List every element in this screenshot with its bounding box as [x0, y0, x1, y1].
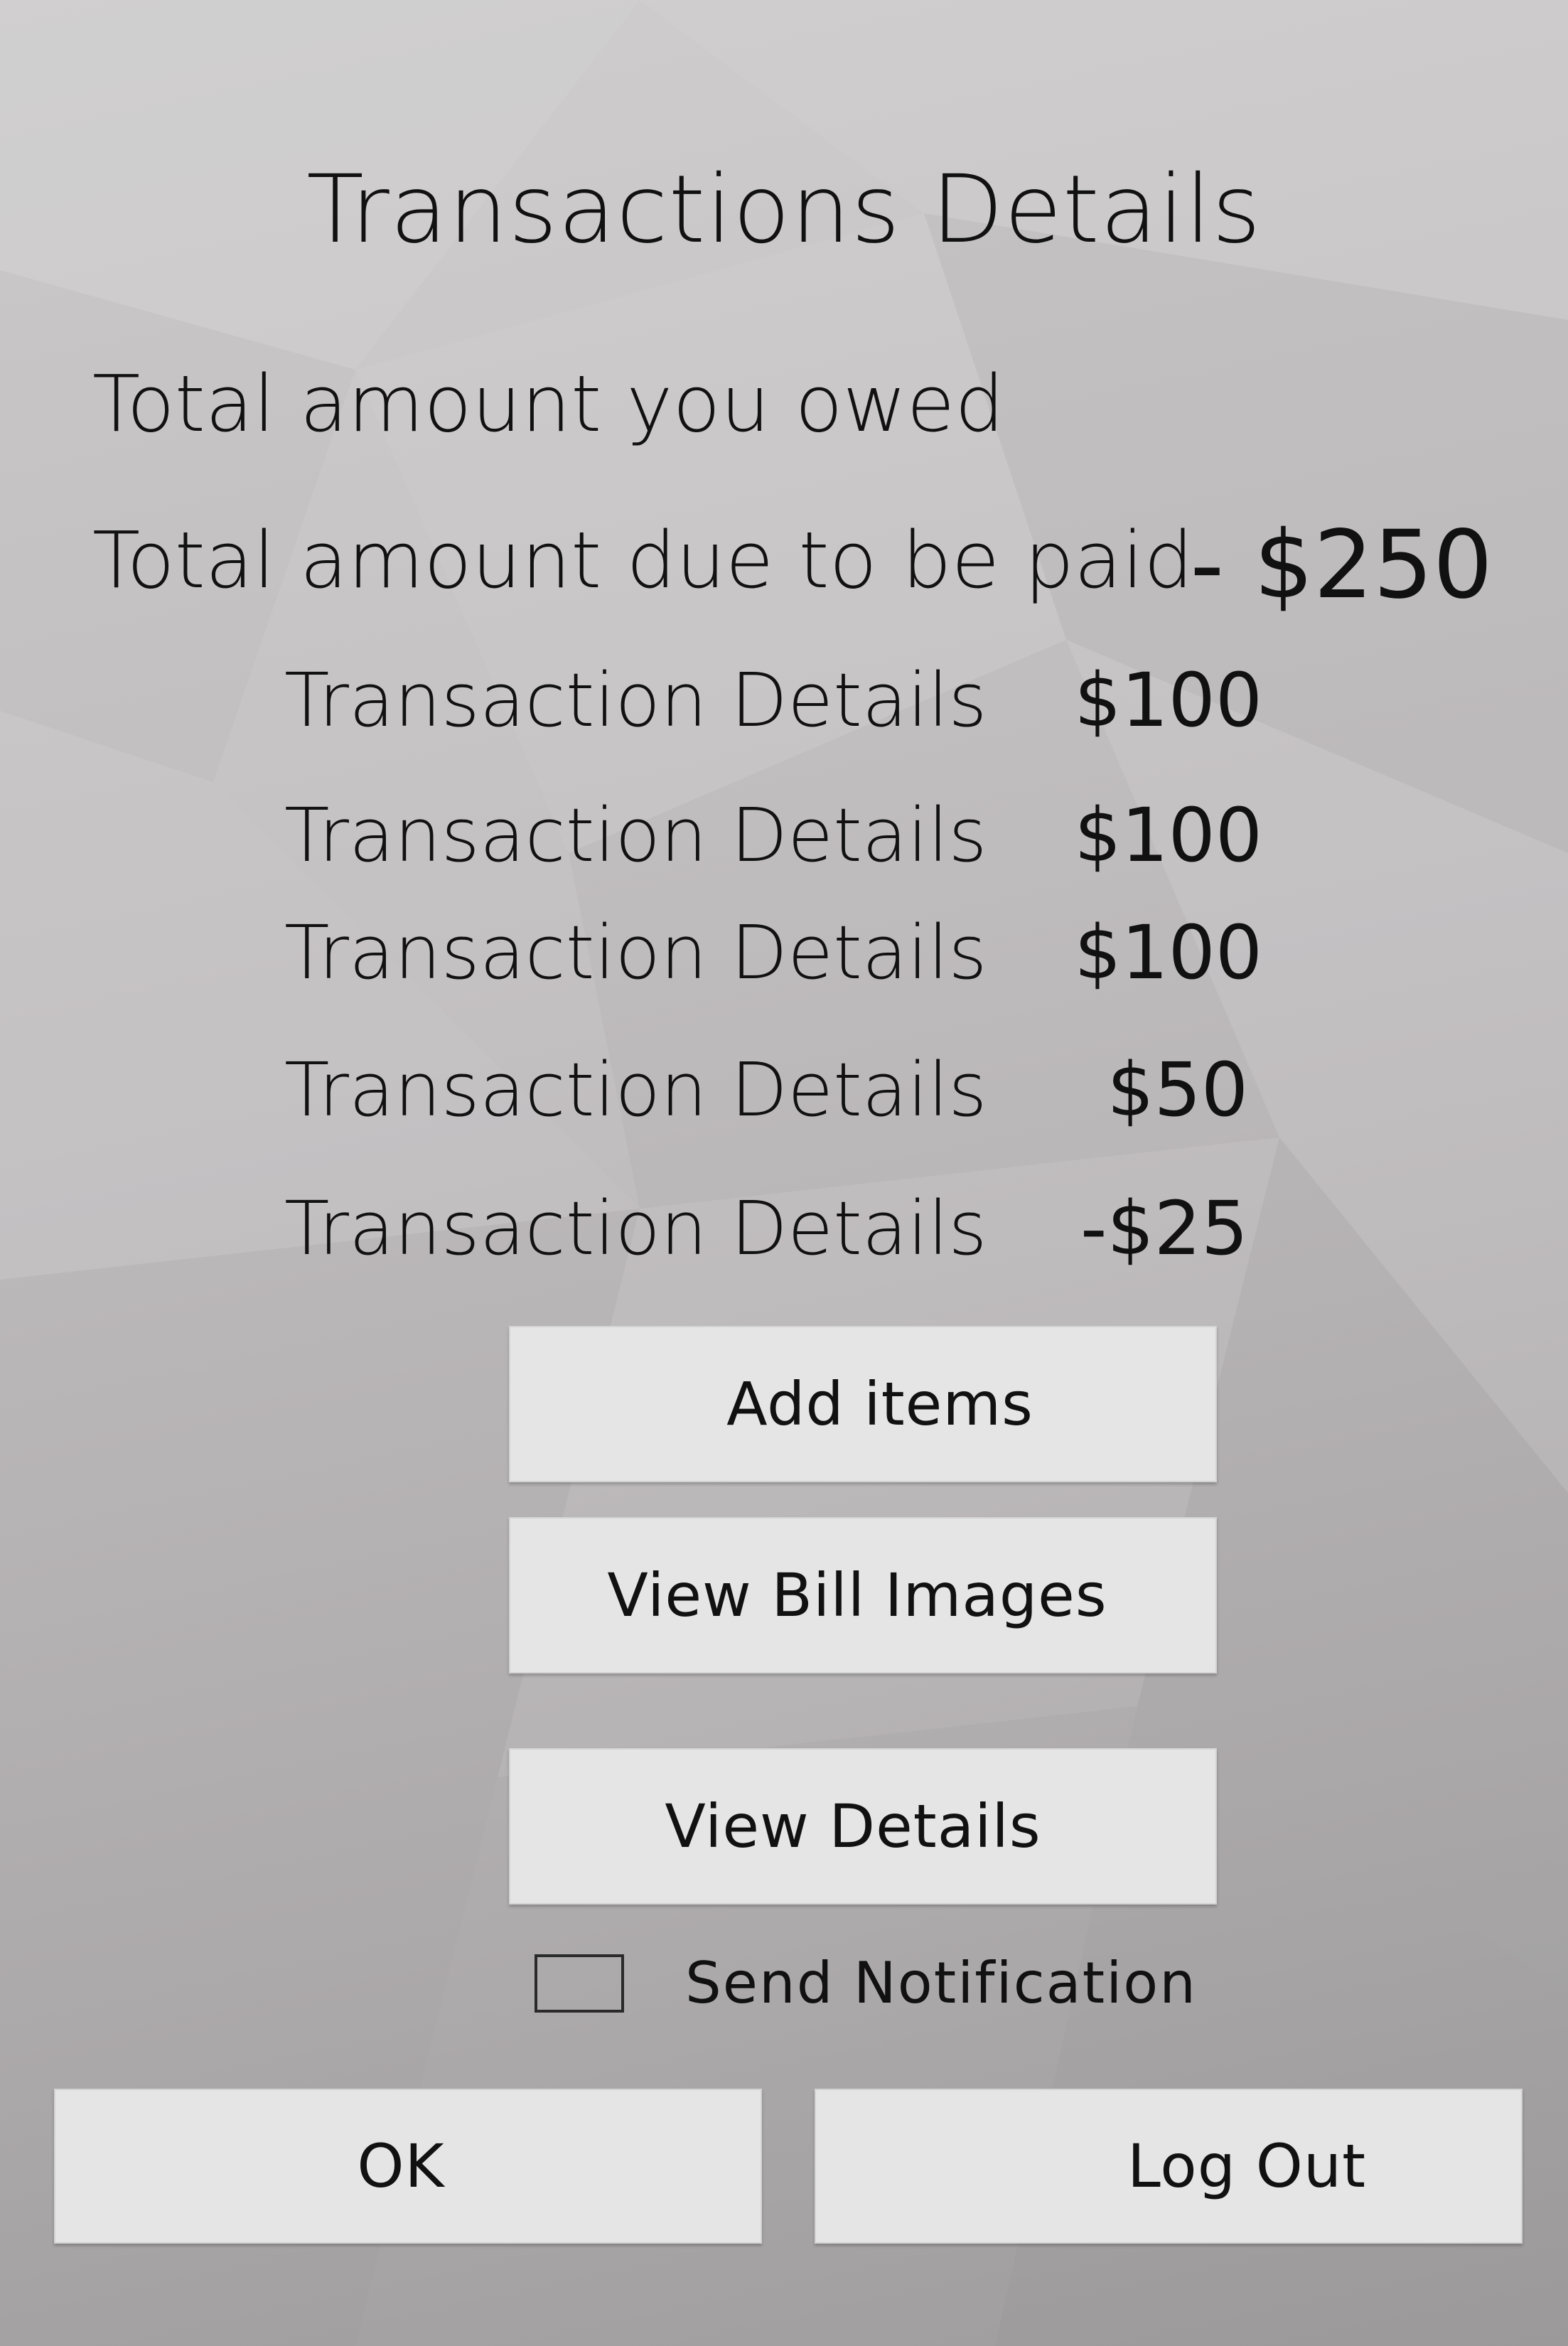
transactions-screen: Transactions Details Total amount you ow… — [0, 0, 1568, 2346]
view-details-label: View Details — [665, 1791, 1041, 1861]
view-bill-images-label: View Bill Images — [607, 1560, 1107, 1630]
view-details-button[interactable]: View Details — [509, 1748, 1217, 1905]
ok-label: OK — [357, 2131, 445, 2201]
total-due-value: - $250 — [1190, 510, 1493, 620]
send-notification-checkbox[interactable] — [535, 1954, 624, 2013]
transaction-row[interactable]: Transaction Details -$25 — [0, 1182, 1568, 1275]
transaction-row[interactable]: Transaction Details $100 — [0, 906, 1568, 999]
transaction-label: Transaction Details — [284, 1185, 987, 1272]
transaction-label: Transaction Details — [284, 657, 987, 744]
ok-button[interactable]: OK — [54, 2089, 762, 2244]
log-out-button[interactable]: Log Out — [815, 2089, 1523, 2244]
transaction-amount: $100 — [1074, 657, 1262, 744]
transaction-amount: $50 — [1107, 1046, 1248, 1133]
log-out-label: Log Out — [1127, 2131, 1367, 2201]
total-due-label: Total amount due to be paid — [92, 515, 1193, 606]
transaction-row[interactable]: Transaction Details $50 — [0, 1044, 1568, 1136]
transaction-label: Transaction Details — [284, 792, 987, 879]
transaction-amount: $100 — [1074, 792, 1262, 879]
transaction-amount: -$25 — [1080, 1185, 1248, 1272]
add-items-button[interactable]: Add items — [509, 1326, 1217, 1482]
add-items-label: Add items — [726, 1369, 1033, 1439]
page-title: Transactions Details — [306, 155, 1262, 264]
transaction-label: Transaction Details — [284, 1046, 987, 1133]
transaction-label: Transaction Details — [284, 909, 987, 996]
send-notification-option: Send Notification — [535, 1950, 1245, 2016]
transaction-row[interactable]: Transaction Details $100 — [0, 654, 1568, 746]
view-bill-images-button[interactable]: View Bill Images — [509, 1517, 1217, 1673]
transaction-amount: $100 — [1074, 909, 1262, 996]
total-owed-label: Total amount you owed — [92, 358, 1005, 449]
send-notification-label: Send Notification — [685, 1950, 1197, 2016]
transaction-row[interactable]: Transaction Details $100 — [0, 789, 1568, 882]
